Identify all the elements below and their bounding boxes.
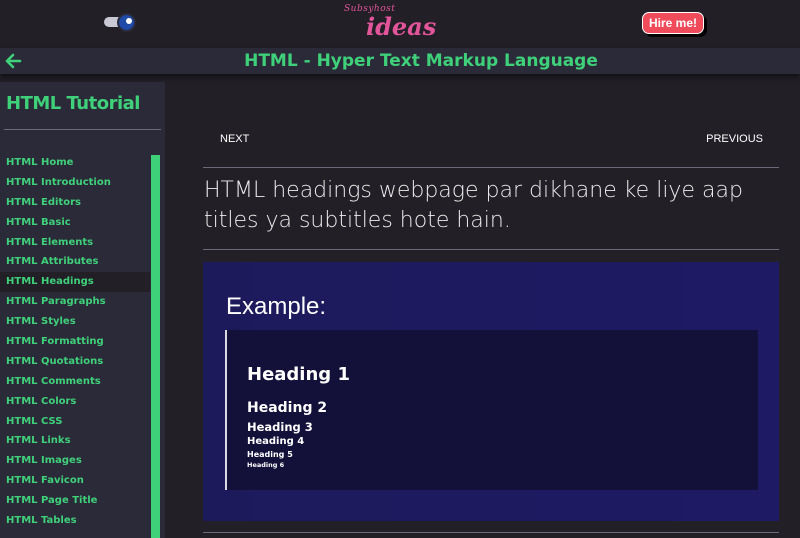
- divider: [203, 532, 779, 533]
- sidebar-item-html-introduction[interactable]: HTML Introduction: [0, 173, 150, 193]
- top-bar: Subsyhost ideas Hire me!: [0, 0, 800, 48]
- sidebar-item-html-paragraphs[interactable]: HTML Paragraphs: [0, 292, 150, 312]
- page-title: HTML - Hyper Text Markup Language: [244, 51, 598, 71]
- sidebar-item-html-css[interactable]: HTML CSS: [0, 412, 150, 432]
- moon-icon: [117, 13, 136, 32]
- logo-big-text: ideas: [366, 12, 437, 41]
- heading-3-sample: Heading 3: [247, 420, 313, 434]
- divider: [203, 167, 779, 168]
- heading-2-sample: Heading 2: [247, 400, 328, 416]
- sidebar-menu: HTML Home HTML Introduction HTML Editors HT…: [0, 153, 150, 531]
- logo[interactable]: Subsyhost ideas: [344, 2, 437, 44]
- heading-6-sample: Heading 6: [247, 461, 285, 469]
- sidebar-item-html-favicon[interactable]: HTML Favicon: [0, 471, 150, 491]
- sidebar-item-html-styles[interactable]: HTML Styles: [0, 312, 150, 332]
- sidebar-item-html-quotations[interactable]: HTML Quotations: [0, 352, 150, 372]
- sidebar-item-html-elements[interactable]: HTML Elements: [0, 233, 150, 253]
- sidebar: HTML Tutorial HTML Home HTML Introduction…: [0, 82, 165, 538]
- title-bar: HTML - Hyper Text Markup Language: [0, 48, 800, 74]
- example-title: Example:: [226, 293, 327, 320]
- theme-toggle[interactable]: [104, 13, 136, 32]
- intro-paragraph: HTML headings webpage par dikhane ke liy…: [204, 178, 743, 233]
- sidebar-item-html-links[interactable]: HTML Links: [0, 431, 150, 451]
- example-output: Heading 1 Heading 2 Heading 3 Heading 4 …: [225, 330, 758, 490]
- sidebar-heading: HTML Tutorial: [6, 93, 140, 114]
- example-panel: Example: Heading 1 Heading 2 Heading 3 H…: [203, 262, 779, 521]
- sidebar-item-html-basic[interactable]: HTML Basic: [0, 213, 150, 233]
- sidebar-item-html-images[interactable]: HTML Images: [0, 451, 150, 471]
- heading-4-sample: Heading 4: [247, 436, 305, 447]
- sidebar-item-html-colors[interactable]: HTML Colors: [0, 392, 150, 412]
- sidebar-scrollbar[interactable]: [151, 155, 160, 538]
- divider: [4, 129, 161, 130]
- sidebar-item-html-home[interactable]: HTML Home: [0, 153, 150, 173]
- sidebar-item-html-page-title[interactable]: HTML Page Title: [0, 491, 150, 511]
- previous-link[interactable]: PREVIOUS: [706, 133, 763, 145]
- sidebar-item-html-comments[interactable]: HTML Comments: [0, 372, 150, 392]
- divider: [203, 249, 779, 250]
- next-link[interactable]: NEXT: [220, 133, 249, 145]
- sidebar-item-html-editors[interactable]: HTML Editors: [0, 193, 150, 213]
- main-content: NEXT PREVIOUS HTML headings webpage par …: [165, 82, 800, 538]
- sidebar-item-html-attributes[interactable]: HTML Attributes: [0, 252, 150, 272]
- pagination: NEXT PREVIOUS: [203, 132, 763, 148]
- heading-1-sample: Heading 1: [247, 364, 350, 385]
- sidebar-item-html-tables[interactable]: HTML Tables: [0, 511, 150, 531]
- sidebar-item-html-formatting[interactable]: HTML Formatting: [0, 332, 150, 352]
- sidebar-item-html-headings[interactable]: HTML Headings: [0, 272, 150, 293]
- hire-me-button[interactable]: Hire me!: [642, 12, 704, 34]
- heading-5-sample: Heading 5: [247, 450, 293, 459]
